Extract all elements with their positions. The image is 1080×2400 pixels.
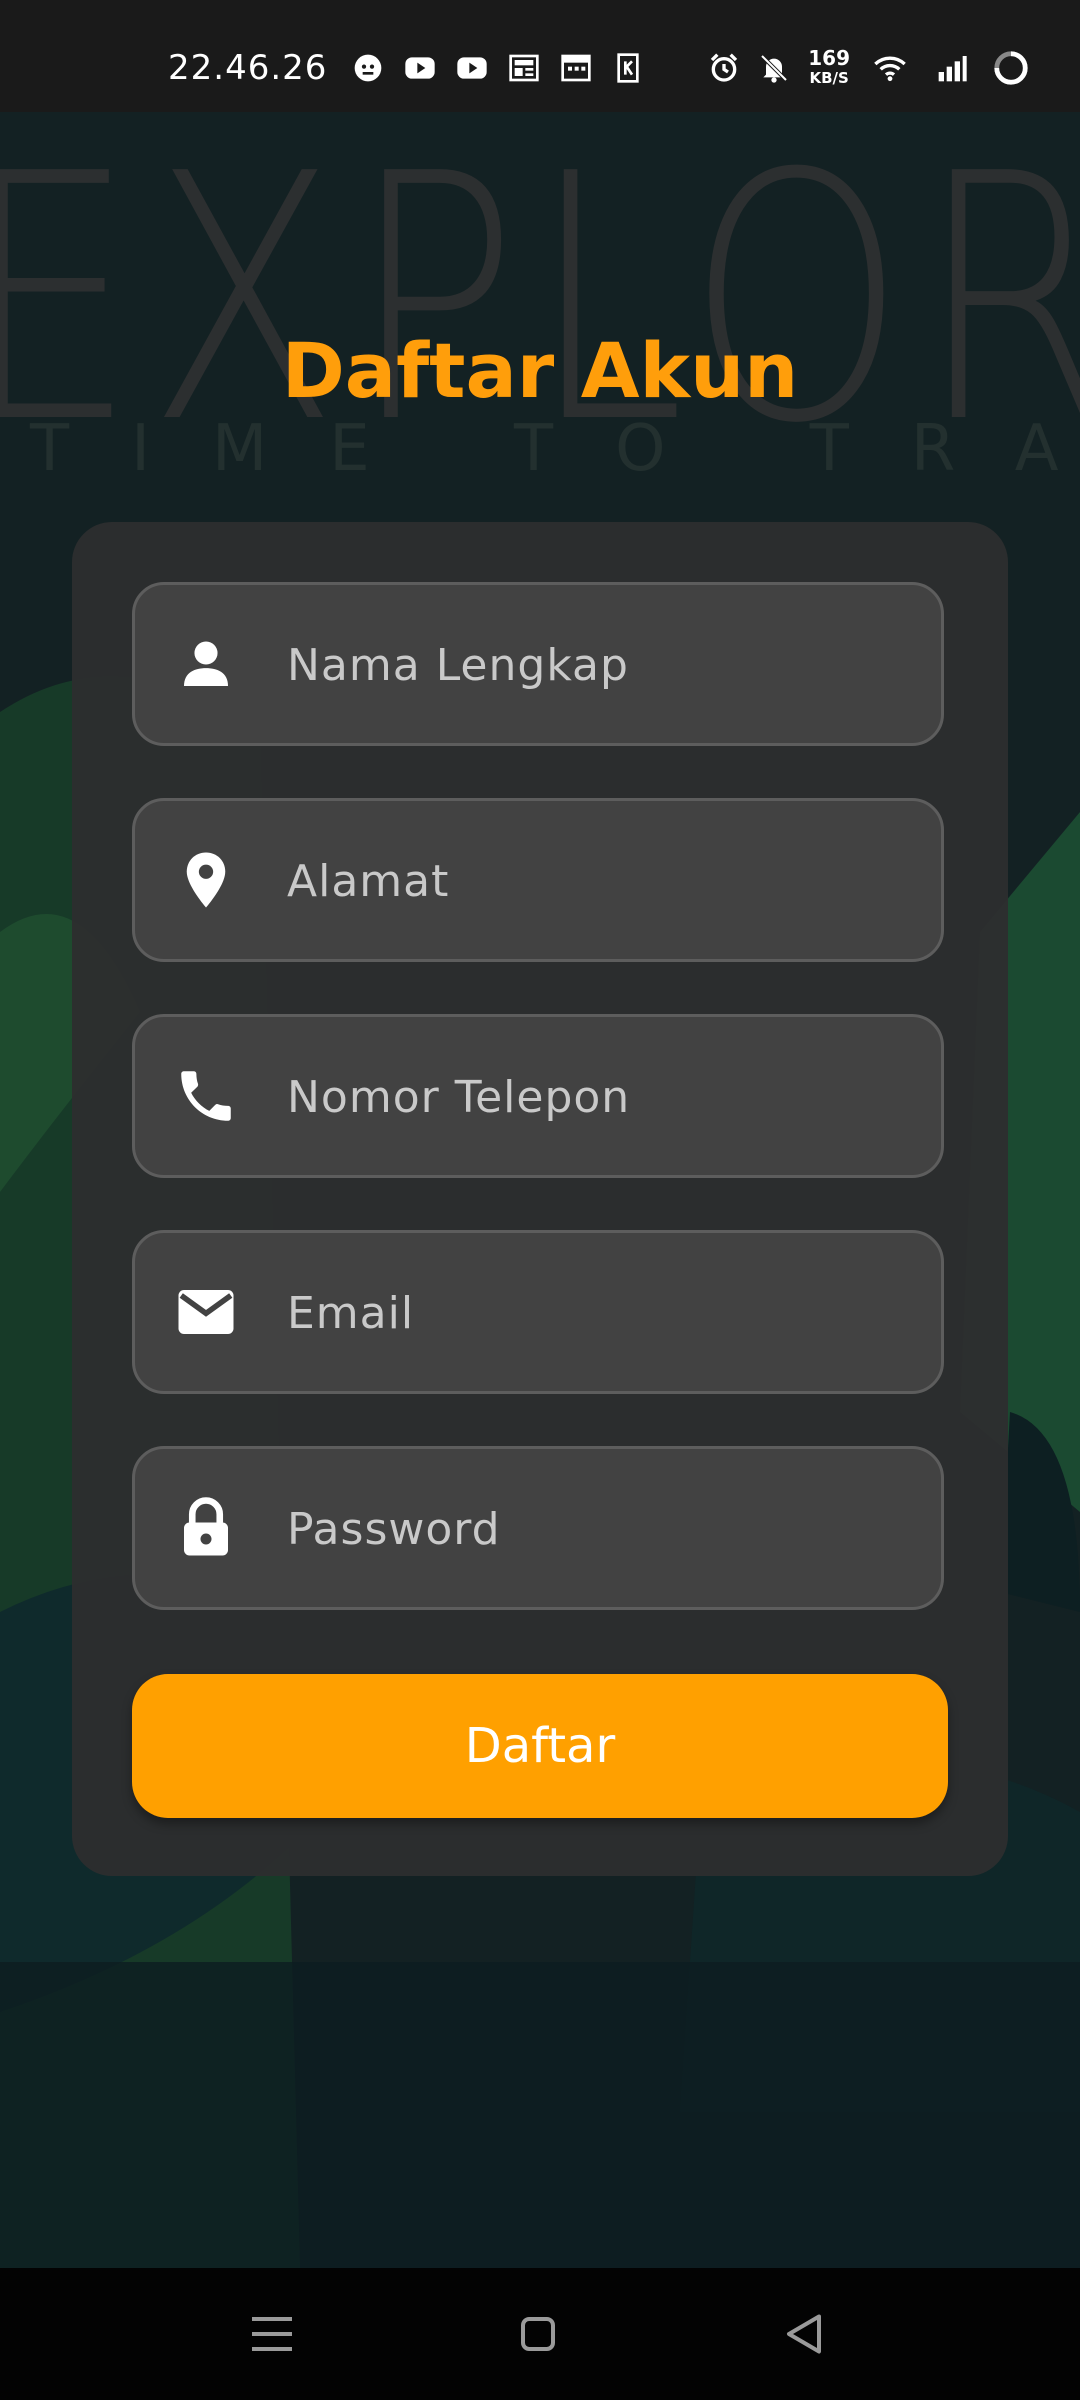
loading-icon (994, 51, 1028, 85)
password-input[interactable] (285, 1449, 909, 1609)
location-pin-icon (186, 852, 226, 908)
k-icon (617, 53, 639, 83)
phone-input[interactable] (285, 1017, 909, 1177)
calendar-icon (561, 54, 591, 82)
background-tagline: TIME TO TRAVEL (30, 412, 1080, 486)
status-bar: 22.46.26 169 KB/S (0, 0, 1080, 112)
face-icon (354, 54, 382, 82)
phone-icon (181, 1071, 231, 1121)
notification-icons (352, 52, 644, 84)
password-field[interactable] (132, 1446, 944, 1610)
signal-icon (938, 56, 967, 82)
system-icons: 169 KB/S (708, 48, 1030, 88)
navigation-bar (0, 2268, 1080, 2400)
news-icon (509, 54, 539, 82)
alarm-icon (711, 53, 738, 82)
email-input[interactable] (285, 1233, 909, 1393)
lock-icon (184, 1497, 228, 1556)
phone-field[interactable] (132, 1014, 944, 1178)
net-speed-value: 169 (808, 46, 850, 70)
full-name-field[interactable] (132, 582, 944, 746)
status-time: 22.46.26 (168, 48, 328, 88)
youtube-icon (405, 57, 435, 79)
full-name-input[interactable] (285, 585, 909, 745)
register-button[interactable]: Daftar (132, 1674, 948, 1818)
notifications-off-icon (760, 54, 788, 83)
menu-icon[interactable] (242, 2304, 302, 2364)
person-icon (184, 641, 228, 686)
mail-icon (178, 1290, 234, 1334)
home-icon[interactable] (508, 2304, 568, 2364)
back-icon[interactable] (774, 2304, 834, 2364)
address-input[interactable] (285, 801, 909, 961)
net-speed: 169 KB/S (808, 48, 850, 88)
net-speed-unit: KB/S (809, 69, 849, 87)
page-title: Daftar Akun (281, 326, 799, 415)
youtube-icon (457, 57, 487, 79)
email-field[interactable] (132, 1230, 944, 1394)
address-field[interactable] (132, 798, 944, 962)
wifi-icon (874, 56, 906, 82)
